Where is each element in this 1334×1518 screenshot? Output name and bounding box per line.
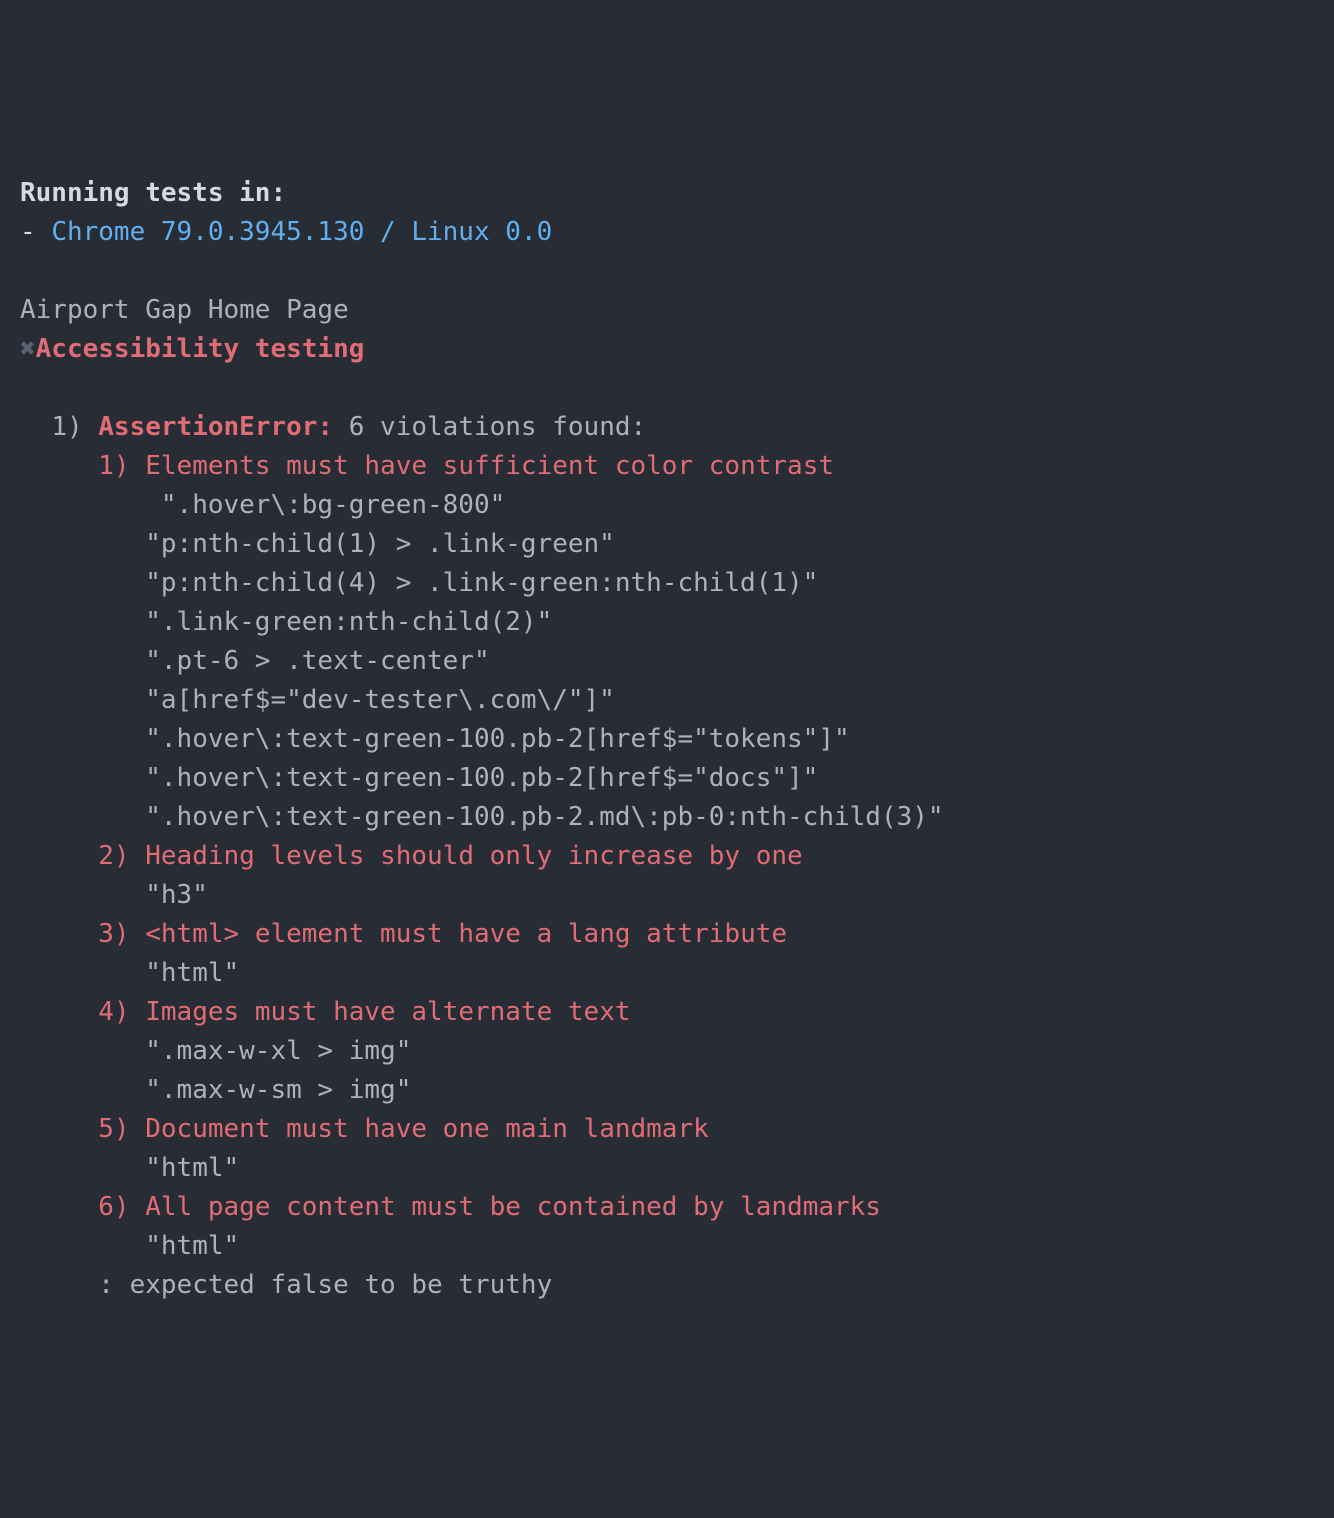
violation-selector: ".max-w-xl > img" — [145, 1036, 411, 1066]
cross-icon: ✖ — [20, 334, 36, 364]
violation-selector: "p:nth-child(1) > .link-green" — [145, 529, 615, 559]
suite-name: Airport Gap Home Page — [20, 295, 349, 325]
bullet: - — [20, 217, 51, 247]
violations-list: 1) Elements must have sufficient color c… — [20, 447, 1314, 1266]
assertion-error-label: AssertionError: — [98, 412, 333, 442]
violation-number: 2) — [98, 841, 129, 871]
expected-footer: : expected false to be truthy — [98, 1270, 552, 1300]
violation-title: Document must have one main landmark — [145, 1114, 709, 1144]
violation-number: 1) — [98, 451, 129, 481]
violations-summary: 6 violations found: — [349, 412, 646, 442]
violation-selector: "html" — [145, 958, 239, 988]
violation-number: 4) — [98, 997, 129, 1027]
violation-selector: ".hover\:bg-green-800" — [145, 490, 505, 520]
violation-number: 6) — [98, 1192, 129, 1222]
violation-selector: ".hover\:text-green-100.pb-2[href$="toke… — [145, 724, 849, 754]
test-name: Accessibility testing — [36, 334, 365, 364]
violation-selector: "html" — [145, 1231, 239, 1261]
violation-title: All page content must be contained by la… — [145, 1192, 881, 1222]
violation-title: <html> element must have a lang attribut… — [145, 919, 787, 949]
violation-selector: ".hover\:text-green-100.pb-2[href$="docs… — [145, 763, 818, 793]
violation-selector: ".link-green:nth-child(2)" — [145, 607, 552, 637]
running-tests-label: Running tests in: — [20, 178, 286, 208]
browser-env: Chrome 79.0.3945.130 / Linux 0.0 — [51, 217, 552, 247]
error-number: 1) — [51, 412, 82, 442]
terminal-output: Running tests in: - Chrome 79.0.3945.130… — [20, 174, 1314, 1305]
violation-selector: ".pt-6 > .text-center" — [145, 646, 489, 676]
violation-title: Images must have alternate text — [145, 997, 630, 1027]
violation-selector: ".max-w-sm > img" — [145, 1075, 411, 1105]
violation-title: Elements must have sufficient color cont… — [145, 451, 834, 481]
violation-title: Heading levels should only increase by o… — [145, 841, 802, 871]
violation-number: 3) — [98, 919, 129, 949]
violation-selector: "html" — [145, 1153, 239, 1183]
violation-selector: "p:nth-child(4) > .link-green:nth-child(… — [145, 568, 818, 598]
violation-selector: "h3" — [145, 880, 208, 910]
violation-number: 5) — [98, 1114, 129, 1144]
violation-selector: ".hover\:text-green-100.pb-2.md\:pb-0:nt… — [145, 802, 943, 832]
violation-selector: "a[href$="dev-tester\.com\/"]" — [145, 685, 615, 715]
